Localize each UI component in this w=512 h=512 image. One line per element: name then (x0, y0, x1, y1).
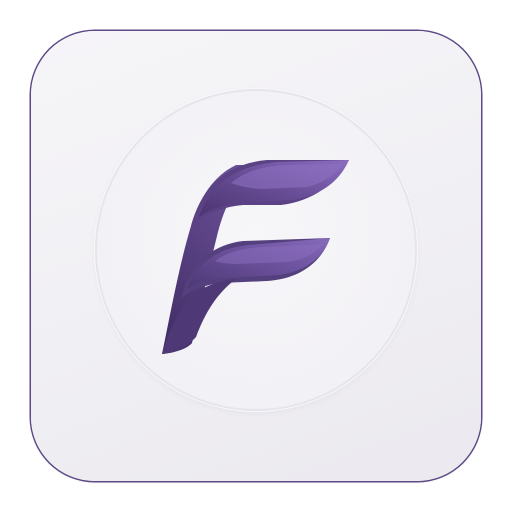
letter-f-logo-icon (162, 160, 349, 354)
app-icon[interactable] (31, 31, 481, 481)
icon-canvas (0, 0, 512, 512)
